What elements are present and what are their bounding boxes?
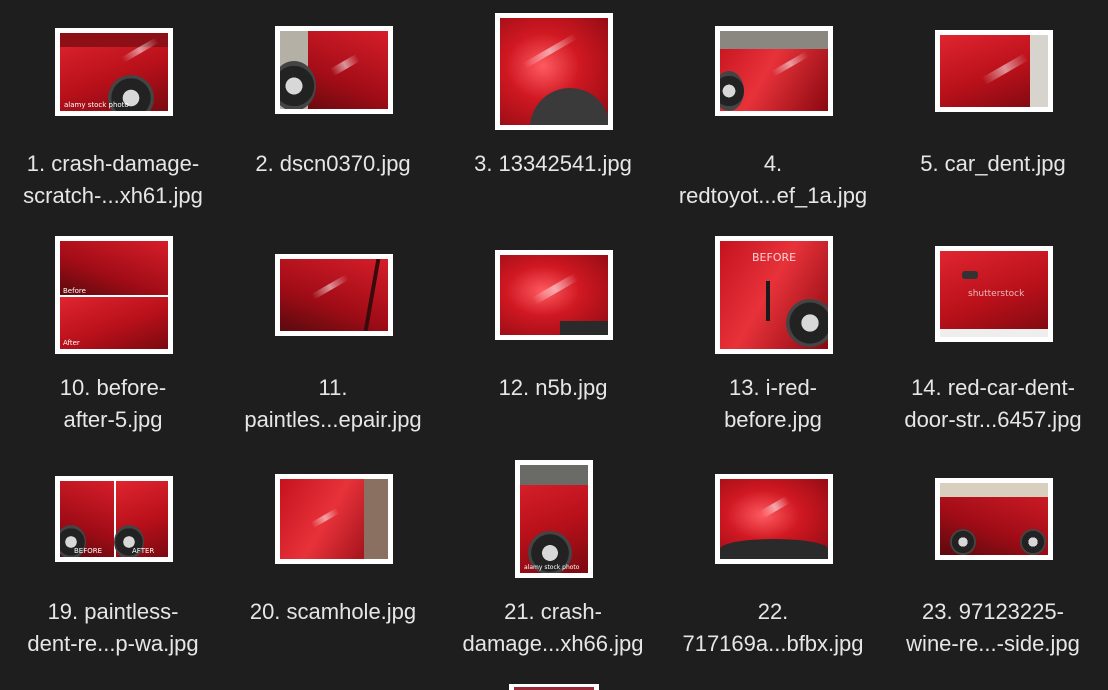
after-label: AFTER (132, 547, 155, 555)
file-item[interactable]: BEFORE AFTER 19. paintless- dent-re...p-… (3, 460, 223, 684)
thumbnail[interactable]: BEFORE (715, 236, 833, 354)
file-item[interactable]: 12. n5b.jpg (443, 236, 663, 460)
file-name: 1. crash-damage- scratch-...xh61.jpg (23, 151, 203, 208)
file-name: 2. dscn0370.jpg (255, 151, 411, 176)
file-name: 12. n5b.jpg (498, 375, 608, 400)
file-item[interactable]: alamy stock photo 21. crash- damage...xh… (443, 460, 663, 684)
thumbnail[interactable] (495, 13, 613, 130)
thumbnail[interactable] (275, 474, 393, 564)
file-item[interactable]: 2. dscn0370.jpg (223, 12, 443, 236)
thumbnail[interactable] (509, 684, 599, 690)
thumbnail[interactable] (715, 26, 833, 116)
watermark: alamy stock photo (524, 564, 580, 571)
thumbnail[interactable] (935, 30, 1053, 112)
file-item[interactable]: 3. 13342541.jpg (443, 12, 663, 236)
thumbnail[interactable] (275, 26, 393, 114)
file-name: 23. 97123225- wine-re...-side.jpg (906, 599, 1080, 656)
thumbnail[interactable] (715, 474, 833, 564)
file-name: 21. crash- damage...xh66.jpg (462, 599, 644, 656)
file-name: 20. scamhole.jpg (249, 599, 417, 624)
file-item[interactable]: 4. redtoyot...ef_1a.jpg (663, 12, 883, 236)
file-name: 13. i-red- before.jpg (724, 375, 822, 432)
file-name: 19. paintless- dent-re...p-wa.jpg (27, 599, 199, 656)
thumbnail[interactable] (935, 478, 1053, 560)
thumbnail[interactable]: BEFORE AFTER (55, 476, 173, 562)
file-name: 11. paintles...epair.jpg (244, 375, 422, 432)
file-item[interactable]: 20. scamhole.jpg (223, 460, 443, 684)
file-item[interactable]: Before After 10. before- after-5.jpg (3, 236, 223, 460)
file-name: 5. car_dent.jpg (920, 151, 1066, 176)
thumbnail[interactable]: Before After (55, 236, 173, 354)
watermark: BEFORE (752, 251, 797, 264)
file-item[interactable]: shutterstock 14. red-car-dent- door-str.… (883, 236, 1103, 460)
file-item[interactable]: 22. 717169a...bfbx.jpg (663, 460, 883, 684)
file-item[interactable]: 23. 97123225- wine-re...-side.jpg (883, 460, 1103, 684)
file-item[interactable]: BEFORE 13. i-red- before.jpg (663, 236, 883, 460)
file-grid: alamy stock photo 1. crash-damage- scrat… (0, 0, 1108, 690)
thumbnail[interactable] (495, 250, 613, 340)
file-name: 3. 13342541.jpg (474, 151, 632, 176)
thumbnail[interactable]: shutterstock (935, 246, 1053, 342)
file-item[interactable]: alamy stock photo 1. crash-damage- scrat… (3, 12, 223, 236)
file-item[interactable]: 11. paintles...epair.jpg (223, 236, 443, 460)
watermark: shutterstock (968, 289, 1025, 299)
file-item[interactable]: 5. car_dent.jpg (883, 12, 1103, 236)
file-name: 14. red-car-dent- door-str...6457.jpg (904, 375, 1082, 432)
after-label: After (63, 339, 80, 347)
thumbnail[interactable]: alamy stock photo (55, 28, 173, 116)
file-name: 10. before- after-5.jpg (59, 375, 167, 432)
thumbnail[interactable]: alamy stock photo (515, 460, 593, 578)
thumbnail[interactable] (275, 254, 393, 336)
file-name: 4. redtoyot...ef_1a.jpg (678, 151, 868, 208)
file-name: 22. 717169a...bfbx.jpg (682, 599, 864, 656)
watermark: alamy stock photo (64, 101, 129, 109)
before-label: BEFORE (74, 547, 103, 555)
before-label: Before (63, 287, 86, 295)
